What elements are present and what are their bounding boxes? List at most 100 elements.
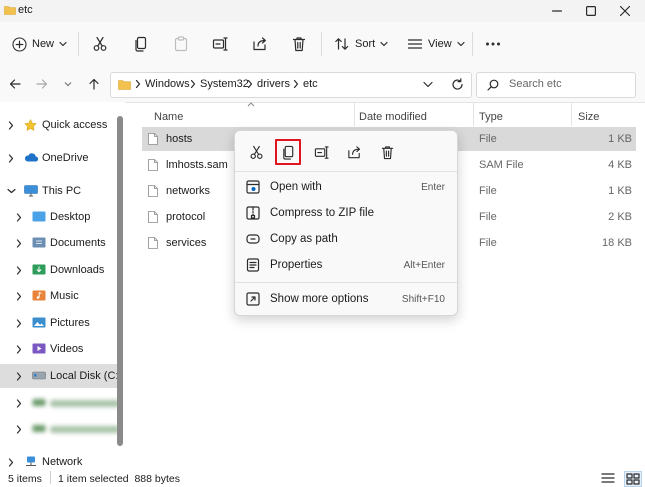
address-history-chevron-icon[interactable] — [423, 81, 433, 88]
menu-item-label: Properties — [270, 259, 323, 271]
sidebar-item-network-drive-2[interactable] — [0, 417, 123, 441]
menu-item-compress-zip[interactable]: Compress to ZIP file — [239, 201, 453, 225]
desktop-folder-icon — [32, 211, 46, 223]
shortcut-label: Alt+Enter — [403, 259, 445, 271]
file-type: SAM File — [479, 159, 524, 171]
column-header-date[interactable]: Date modified — [359, 107, 427, 127]
column-divider[interactable] — [571, 102, 572, 126]
ctx-copy-button[interactable] — [275, 139, 301, 165]
breadcrumb-windows[interactable]: Windows — [145, 78, 190, 90]
ctx-share-button[interactable] — [341, 139, 367, 165]
chevron-right-icon[interactable] — [14, 291, 24, 301]
sidebar-item-music[interactable]: Music — [0, 284, 123, 308]
file-type: File — [479, 237, 497, 249]
column-divider[interactable] — [473, 102, 474, 126]
ctx-delete-button[interactable] — [374, 139, 400, 165]
column-header-size[interactable]: Size — [578, 107, 599, 127]
refresh-icon[interactable] — [451, 78, 464, 91]
network-icon — [24, 456, 38, 468]
new-button[interactable]: New — [12, 32, 67, 56]
address-bar[interactable]: Windows System32 drivers etc — [110, 72, 472, 98]
file-icon — [148, 211, 158, 223]
zip-icon — [245, 206, 261, 220]
tiles-view-button[interactable] — [624, 471, 642, 487]
column-header-name[interactable]: Name — [154, 107, 183, 127]
up-button[interactable] — [85, 75, 103, 93]
folder-icon — [118, 79, 131, 90]
chevron-right-icon[interactable] — [14, 371, 24, 381]
view-button[interactable]: View — [407, 32, 465, 56]
rename-button[interactable] — [212, 32, 228, 56]
menu-separator — [235, 282, 457, 283]
sidebar-item-quick-access[interactable]: Quick access — [0, 113, 115, 137]
chevron-down-icon[interactable] — [6, 188, 16, 194]
breadcrumb-drivers[interactable]: drivers — [257, 78, 290, 90]
sidebar-label: Downloads — [50, 264, 105, 276]
sidebar-label: This PC — [42, 185, 82, 197]
sidebar-item-local-disk[interactable]: Local Disk (C:) — [0, 364, 123, 388]
details-view-button[interactable] — [601, 472, 615, 484]
copy-button[interactable] — [133, 32, 149, 56]
breadcrumb-system32[interactable]: System32 — [200, 78, 249, 90]
pictures-folder-icon — [32, 317, 46, 329]
chevron-right-icon — [293, 79, 299, 89]
search-box[interactable]: Search etc — [476, 72, 636, 98]
close-button[interactable] — [603, 0, 645, 22]
sort-label: Sort — [355, 38, 376, 50]
expand-icon — [245, 292, 261, 306]
column-divider[interactable] — [354, 102, 355, 126]
computer-icon — [24, 185, 38, 197]
sidebar-label: Quick access — [42, 119, 108, 131]
menu-item-copy-as-path[interactable]: Copy as path — [239, 227, 453, 251]
sidebar-item-onedrive[interactable]: OneDrive — [0, 146, 115, 170]
ctx-cut-button[interactable] — [243, 139, 269, 165]
file-type: File — [479, 133, 497, 145]
menu-item-show-more-options[interactable]: Show more options Shift+F10 — [239, 287, 453, 311]
back-button[interactable] — [6, 75, 24, 93]
file-size: 1 KB — [608, 185, 632, 197]
ctx-rename-button[interactable] — [308, 139, 334, 165]
sidebar-item-videos[interactable]: Videos — [0, 337, 123, 361]
sidebar-item-desktop[interactable]: Desktop — [0, 205, 123, 229]
paste-button[interactable] — [173, 32, 189, 56]
breadcrumb-etc[interactable]: etc — [303, 78, 318, 90]
star-icon — [24, 119, 38, 131]
sidebar-item-downloads[interactable]: Downloads — [0, 258, 123, 282]
menu-item-properties[interactable]: Properties Alt+Enter — [239, 253, 453, 277]
sidebar-item-pictures[interactable]: Pictures — [0, 311, 123, 335]
file-name: networks — [166, 185, 211, 197]
chevron-right-icon[interactable] — [14, 424, 24, 434]
sort-button[interactable]: Sort — [334, 32, 388, 56]
recent-locations-button[interactable] — [59, 75, 77, 93]
chevron-right-icon[interactable] — [14, 318, 24, 328]
sidebar-item-this-pc[interactable]: This PC — [0, 179, 115, 203]
file-icon — [148, 159, 158, 171]
copy-icon — [281, 145, 296, 160]
chevron-right-icon[interactable] — [6, 457, 16, 467]
chevron-down-icon — [64, 81, 72, 87]
chevron-right-icon[interactable] — [14, 238, 24, 248]
cut-button[interactable] — [92, 32, 108, 56]
sidebar-item-network-drive-1[interactable] — [0, 391, 123, 415]
chevron-right-icon[interactable] — [14, 212, 24, 222]
file-icon — [148, 133, 158, 145]
forward-button[interactable] — [33, 75, 51, 93]
menu-item-open-with[interactable]: Open with Enter — [239, 175, 453, 199]
delete-button[interactable] — [291, 32, 307, 56]
link-icon — [245, 232, 261, 246]
chevron-right-icon[interactable] — [14, 398, 24, 408]
menu-item-label: Open with — [270, 181, 322, 193]
chevron-right-icon[interactable] — [14, 344, 24, 354]
more-options-button[interactable] — [485, 32, 501, 56]
chevron-right-icon[interactable] — [6, 120, 16, 130]
sidebar-item-documents[interactable]: Documents — [0, 231, 123, 255]
sidebar-label: Videos — [50, 343, 84, 355]
column-header-type[interactable]: Type — [479, 107, 503, 127]
open-with-icon — [245, 180, 261, 194]
sidebar-scrollbar[interactable] — [117, 116, 123, 446]
item-count: 5 items — [8, 473, 42, 485]
file-name-cell: protocol — [148, 211, 205, 223]
share-button[interactable] — [252, 32, 268, 56]
chevron-right-icon[interactable] — [6, 153, 16, 163]
chevron-right-icon[interactable] — [14, 265, 24, 275]
